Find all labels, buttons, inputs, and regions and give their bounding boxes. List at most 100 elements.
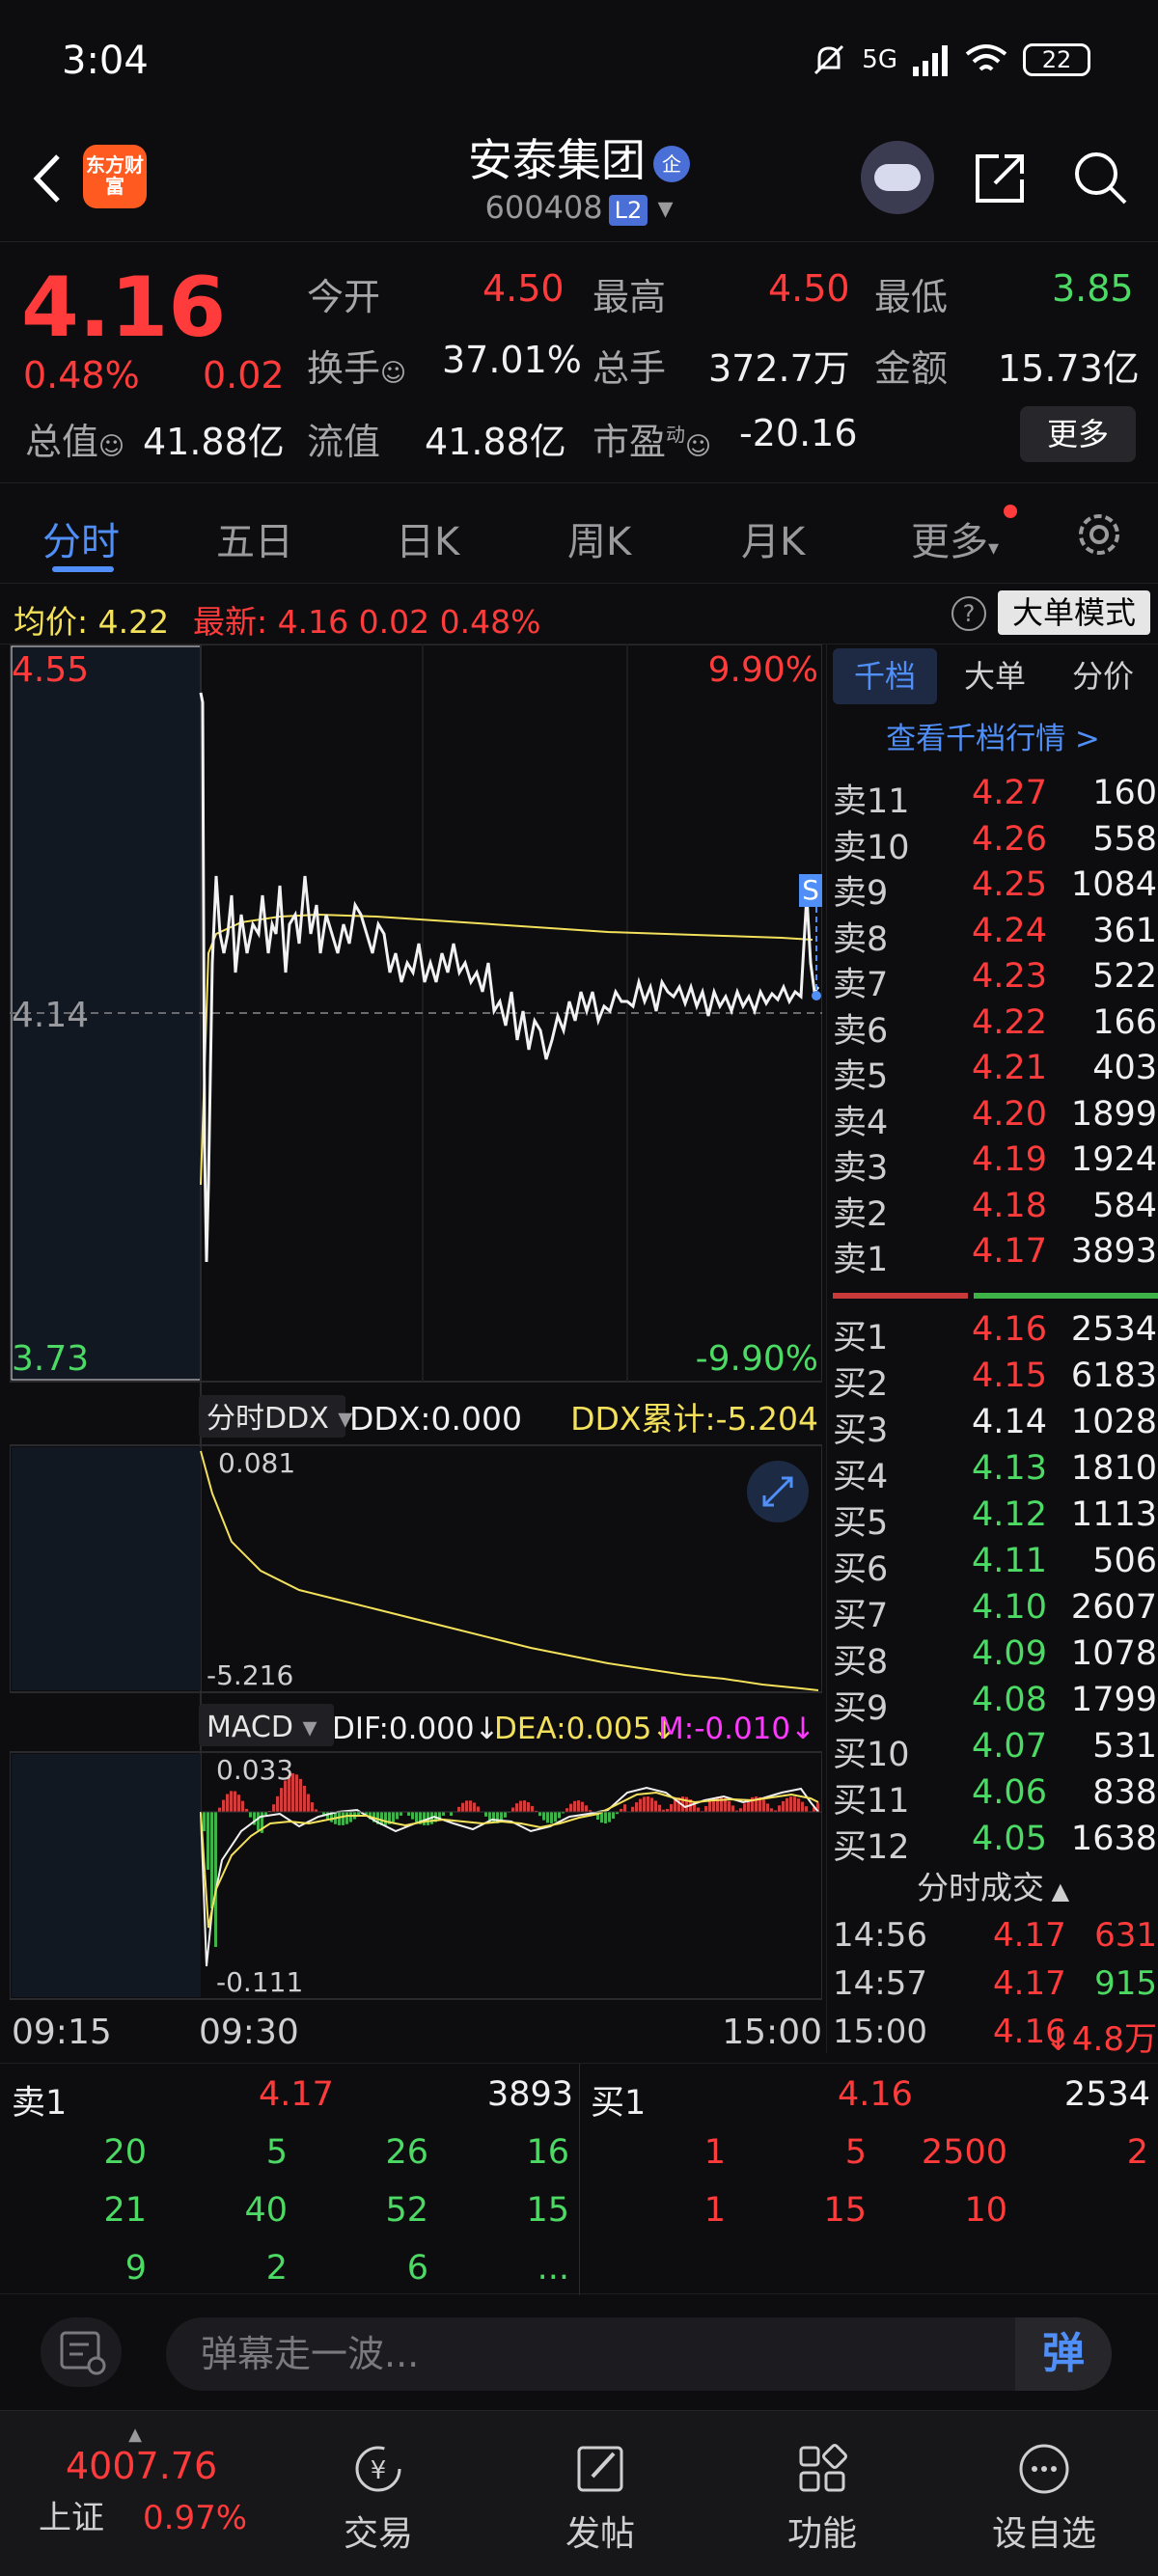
ask-price: 4.22 — [972, 1002, 1047, 1042]
big-order-mode-button[interactable]: 大单模式 — [998, 590, 1150, 635]
bid-row[interactable]: 买7 4.10 2607 — [827, 1584, 1158, 1635]
trade-icon: ¥ — [355, 2446, 401, 2492]
gear-icon[interactable] — [1071, 507, 1127, 562]
turnover-label[interactable]: 换手☺ — [307, 339, 406, 392]
sell-marker-dot — [812, 991, 821, 1000]
ddx-selector[interactable]: 分时DDX ▾ — [207, 1402, 352, 1436]
macd-bar — [519, 1800, 522, 1812]
macd-bar — [384, 1812, 387, 1825]
ask-row[interactable]: 卖4 4.20 1899 — [827, 1091, 1158, 1142]
queue-order-size: 16 — [526, 2133, 569, 2172]
bid-row[interactable]: 买8 4.09 1078 — [827, 1631, 1158, 1682]
intraday-chart-area[interactable]: 4.55 9.90% 4.14 3.73 -9.90% S 分时DDX ▾ DD… — [9, 644, 823, 2053]
macd-bar — [720, 1796, 723, 1812]
more-dots-icon — [1019, 2444, 1069, 2494]
search-icon[interactable] — [1069, 147, 1131, 208]
macd-bar — [515, 1803, 518, 1812]
price-low-label: 3.73 — [12, 1339, 89, 1379]
nav-functions[interactable]: 功能 — [755, 2440, 890, 2556]
ask-volume: 584 — [1092, 1186, 1157, 1225]
bid-row[interactable]: 买2 4.15 6183 — [827, 1353, 1158, 1404]
view-qiandang-link[interactable]: 查看千档行情 > — [827, 714, 1158, 757]
bid-row[interactable]: 买12 4.05 1638 — [827, 1816, 1158, 1867]
tab-qiandang[interactable]: 千档 — [833, 648, 937, 704]
pe-label[interactable]: 市盈动☺ — [593, 412, 711, 465]
help-icon[interactable]: ? — [951, 596, 986, 631]
bid-price: 4.14 — [972, 1403, 1047, 1441]
index-ticker[interactable]: ▲ 4007.76 上证 0.97% — [39, 2425, 251, 2538]
ask-row[interactable]: 卖1 4.17 3893 — [827, 1228, 1158, 1279]
ask-row[interactable]: 卖2 4.18 584 — [827, 1183, 1158, 1234]
macd-bar — [612, 1812, 615, 1820]
bid-row[interactable]: 买10 4.07 531 — [827, 1723, 1158, 1774]
market-cap-label[interactable]: 总值☺ — [25, 412, 124, 465]
robot-assistant-icon[interactable] — [861, 141, 934, 214]
bid-row[interactable]: 买9 4.08 1799 — [827, 1677, 1158, 1728]
tab-price-distribution[interactable]: 分价 — [1051, 648, 1155, 704]
bid-volume: 1810 — [1070, 1449, 1157, 1488]
change-amount: 0.02 — [203, 354, 285, 397]
ask-row[interactable]: 卖11 4.27 160 — [827, 770, 1158, 821]
macd-bar — [554, 1812, 557, 1822]
macd-selector[interactable]: MACD ▾ — [207, 1711, 317, 1744]
pe-dynamic-mark: 动 — [666, 423, 686, 447]
pct-high-label: 9.90% — [708, 650, 818, 690]
bid-row[interactable]: 买11 4.06 838 — [827, 1769, 1158, 1821]
avg-price: 均价: 4.22 — [14, 603, 170, 641]
macd-bar — [801, 1801, 804, 1812]
ask-price: 4.19 — [972, 1140, 1047, 1179]
tab-daily-k[interactable]: 日K — [396, 510, 459, 566]
macd-top-label: 0.033 — [216, 1754, 293, 1786]
macd-bar — [203, 1812, 206, 1831]
queue-order-size: 40 — [244, 2191, 288, 2230]
macd-bar — [546, 1812, 549, 1823]
ask-row[interactable]: 卖7 4.23 522 — [827, 953, 1158, 1004]
ask-row[interactable]: 卖5 4.21 403 — [827, 1045, 1158, 1096]
network-label: 5G — [862, 45, 897, 74]
ask-level: 卖1 — [833, 1241, 889, 1279]
macd-bar — [704, 1806, 707, 1812]
macd-bar — [473, 1802, 476, 1812]
stock-header: 东方财富 安泰集团企 600408 L2 ▾ — [0, 125, 1158, 239]
bid-row[interactable]: 买5 4.12 1113 — [827, 1492, 1158, 1543]
share-icon[interactable] — [970, 147, 1032, 208]
ask-row[interactable]: 卖8 4.24 361 — [827, 908, 1158, 959]
float-cap-label: 流值 — [307, 421, 381, 463]
ask-row[interactable]: 卖9 4.25 1084 — [827, 862, 1158, 913]
ask-row[interactable]: 卖3 4.19 1924 — [827, 1137, 1158, 1188]
tab-more[interactable]: 更多▾ — [911, 510, 999, 566]
nav-post[interactable]: 发帖 — [533, 2440, 668, 2556]
tick-price: 4.17 — [993, 1916, 1066, 1955]
more-button[interactable]: 更多 — [1020, 406, 1136, 462]
tick-row: 14:56 4.17 631 — [827, 1912, 1158, 1960]
danmu-settings-icon[interactable] — [41, 2317, 122, 2387]
tab-monthly-k[interactable]: 月K — [741, 510, 805, 566]
bid-row[interactable]: 买6 4.11 506 — [827, 1538, 1158, 1589]
queue-order-size: 2 — [265, 2249, 288, 2288]
ask-row[interactable]: 卖6 4.22 166 — [827, 1000, 1158, 1051]
pe-value: -20.16 — [739, 412, 858, 454]
danmu-input[interactable]: 弹幕走一波... — [166, 2317, 1112, 2391]
bid-row[interactable]: 买1 4.16 2534 — [827, 1306, 1158, 1357]
ticks-title[interactable]: 分时成交 ▲ — [827, 1862, 1158, 1908]
bid-row[interactable]: 买3 4.14 1028 — [827, 1399, 1158, 1450]
nav-set-watchlist[interactable]: 设自选 — [977, 2440, 1112, 2556]
tab-five-day[interactable]: 五日 — [216, 510, 293, 566]
macd-bar — [558, 1812, 561, 1819]
bid-row[interactable]: 买4 4.13 1810 — [827, 1445, 1158, 1496]
battery-icon: 22 — [1023, 43, 1090, 76]
danmu-send-button[interactable]: 弹 — [1015, 2317, 1112, 2391]
ask-row[interactable]: 卖10 4.26 558 — [827, 816, 1158, 867]
macd-bar — [450, 1812, 453, 1816]
tab-weekly-k[interactable]: 周K — [567, 510, 631, 566]
queue-order-size: 1 — [703, 2133, 726, 2172]
macd-bar — [523, 1800, 526, 1812]
nav-trade[interactable]: ¥ 交易 — [311, 2440, 446, 2556]
macd-bar — [504, 1812, 507, 1818]
ask-volume: 1084 — [1070, 865, 1157, 904]
queue-order-size: 52 — [385, 2191, 428, 2230]
tab-big-order[interactable]: 大单 — [943, 648, 1047, 704]
tick-volume: 915 — [1094, 1964, 1157, 2003]
tab-intraday[interactable]: 分时 — [42, 510, 120, 566]
macd-bar — [782, 1800, 785, 1812]
